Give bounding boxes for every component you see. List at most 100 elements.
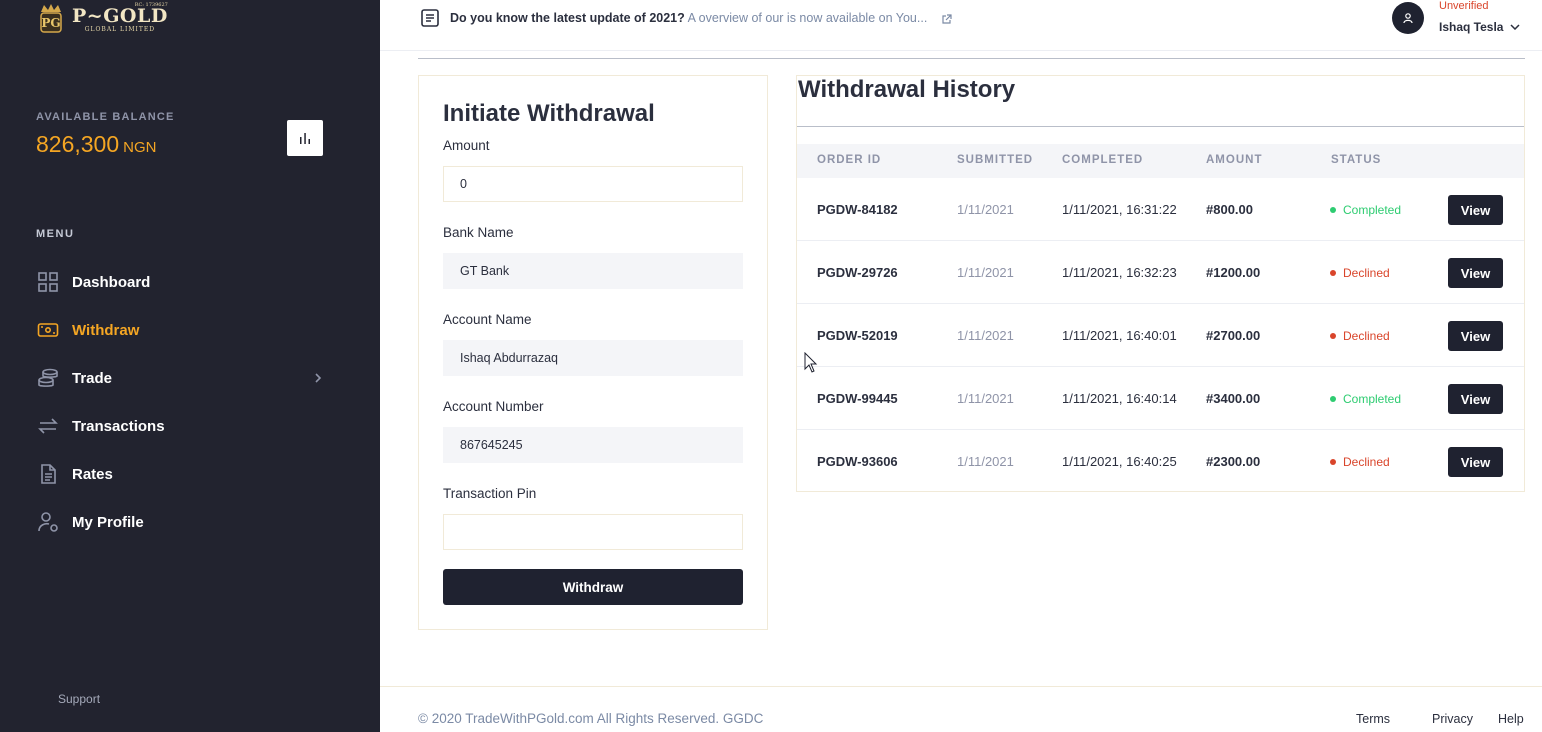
- order-id: PGDW-99445: [817, 391, 898, 406]
- sidebar-item-trade[interactable]: Trade: [36, 354, 326, 402]
- sidebar-item-label: Dashboard: [72, 273, 151, 291]
- submitted-date: 1/11/2021: [957, 265, 1014, 280]
- completed-date: 1/11/2021, 16:31:22: [1062, 202, 1177, 217]
- user-verification-status: Unverified: [1439, 0, 1489, 12]
- sidebar-nav: Dashboard Withdraw Trade Transactions Ra…: [36, 258, 326, 546]
- status-badge: Completed: [1330, 203, 1401, 217]
- transfer-icon: [36, 414, 60, 438]
- user-settings-icon: [36, 510, 60, 534]
- bar-chart-icon: [300, 133, 310, 144]
- status-dot: [1330, 270, 1336, 276]
- table-row: PGDW-93606 1/11/2021 1/11/2021, 16:40:25…: [797, 430, 1524, 493]
- view-button[interactable]: View: [1448, 321, 1503, 351]
- brand-name: P~GOLD: [72, 5, 168, 27]
- withdrawal-form: Initiate Withdrawal Amount 0 Bank Name G…: [418, 75, 768, 630]
- copyright-text: © 2020 TradeWithPGold.com All Rights Res…: [418, 711, 764, 726]
- sidebar-item-my-profile[interactable]: My Profile: [36, 498, 326, 546]
- sidebar-item-dashboard[interactable]: Dashboard: [36, 258, 326, 306]
- status-dot: [1330, 333, 1336, 339]
- dashboard-icon: [36, 270, 60, 294]
- completed-date: 1/11/2021, 16:40:14: [1062, 391, 1177, 406]
- chevron-right-icon: [314, 371, 322, 389]
- status-text: Declined: [1343, 455, 1390, 469]
- sidebar-item-label: Rates: [72, 465, 113, 483]
- amount: #1200.00: [1206, 265, 1261, 280]
- news-link[interactable]: A overview of our is now available on Yo…: [688, 11, 928, 25]
- view-button[interactable]: View: [1448, 195, 1503, 225]
- order-id: PGDW-84182: [817, 202, 898, 217]
- status-badge: Declined: [1330, 329, 1390, 343]
- status-dot: [1330, 459, 1336, 465]
- user-name: Ishaq Tesla: [1439, 20, 1504, 34]
- transaction-pin-input[interactable]: [443, 514, 743, 550]
- content-divider: [418, 58, 1525, 59]
- sidebar-item-withdraw[interactable]: Withdraw: [36, 306, 326, 354]
- mouse-cursor-icon: [804, 352, 818, 373]
- chevron-down-icon: [1510, 24, 1521, 30]
- status-badge: Completed: [1330, 392, 1401, 406]
- column-header-order-id: ORDER ID: [817, 154, 882, 166]
- sidebar-item-rates[interactable]: Rates: [36, 450, 326, 498]
- status-dot: [1330, 207, 1336, 213]
- news-headline: Do you know the latest update of 2021?: [450, 11, 685, 25]
- crown-emblem-icon: PG: [38, 2, 64, 34]
- withdrawal-history: Withdrawal History ORDER ID SUBMITTED CO…: [796, 75, 1525, 492]
- status-badge: Declined: [1330, 455, 1390, 469]
- balance-value: 826,300: [36, 131, 120, 157]
- privacy-link[interactable]: Privacy: [1432, 712, 1473, 726]
- amount: #2700.00: [1206, 328, 1261, 343]
- status-text: Completed: [1343, 392, 1402, 406]
- column-header-completed: COMPLETED: [1062, 154, 1144, 166]
- sidebar-item-label: Transactions: [72, 417, 165, 435]
- topbar: Do you know the latest update of 2021? A…: [380, 0, 1542, 51]
- sidebar: PG RC: 1739627 P~GOLD GLOBAL LIMITED AVA…: [0, 0, 380, 732]
- sidebar-item-transactions[interactable]: Transactions: [36, 402, 326, 450]
- user-menu[interactable]: Ishaq Tesla: [1439, 20, 1521, 34]
- amount: #2300.00: [1206, 454, 1261, 469]
- completed-date: 1/11/2021, 16:40:25: [1062, 454, 1177, 469]
- help-link[interactable]: Help: [1498, 712, 1524, 726]
- support-link[interactable]: Support: [58, 692, 100, 706]
- status-text: Declined: [1343, 329, 1390, 343]
- account-number-field[interactable]: 867645245: [443, 427, 743, 463]
- news-banner[interactable]: Do you know the latest update of 2021? A…: [450, 11, 927, 25]
- table-row: PGDW-52019 1/11/2021 1/11/2021, 16:40:01…: [797, 304, 1524, 367]
- status-badge: Declined: [1330, 266, 1390, 280]
- brand-rc-number: RC: 1739627: [134, 2, 168, 8]
- balance-amount: 826,300 NGN: [36, 131, 156, 158]
- view-button[interactable]: View: [1448, 384, 1503, 414]
- order-id: PGDW-93606: [817, 454, 898, 469]
- column-header-submitted: SUBMITTED: [957, 154, 1034, 166]
- submitted-date: 1/11/2021: [957, 202, 1014, 217]
- status-text: Completed: [1343, 203, 1402, 217]
- amount-label: Amount: [443, 138, 490, 153]
- history-title: Withdrawal History: [798, 76, 1016, 103]
- table-row: PGDW-84182 1/11/2021 1/11/2021, 16:31:22…: [797, 178, 1524, 241]
- balance-currency: NGN: [123, 139, 157, 156]
- account-name-field[interactable]: Ishaq Abdurrazaq: [443, 340, 743, 376]
- amount-input[interactable]: 0: [443, 166, 743, 202]
- balance-chart-button[interactable]: [287, 120, 323, 156]
- withdraw-button[interactable]: Withdraw: [443, 569, 743, 605]
- bank-name-field[interactable]: GT Bank: [443, 253, 743, 289]
- avatar[interactable]: [1392, 2, 1424, 34]
- coins-icon: [36, 366, 60, 390]
- transaction-pin-label: Transaction Pin: [443, 486, 537, 501]
- wallet-icon: [36, 318, 60, 342]
- document-icon: [36, 462, 60, 486]
- submitted-date: 1/11/2021: [957, 454, 1014, 469]
- sidebar-item-label: Withdraw: [72, 321, 140, 339]
- status-text: Declined: [1343, 266, 1390, 280]
- brand-logo[interactable]: PG RC: 1739627 P~GOLD GLOBAL LIMITED: [38, 2, 168, 34]
- form-title: Initiate Withdrawal: [443, 100, 655, 127]
- user-icon: [1403, 13, 1413, 24]
- external-link-icon[interactable]: [941, 12, 952, 30]
- news-icon: [420, 8, 440, 33]
- view-button[interactable]: View: [1448, 258, 1503, 288]
- table-row: PGDW-29726 1/11/2021 1/11/2021, 16:32:23…: [797, 241, 1524, 304]
- terms-link[interactable]: Terms: [1356, 712, 1390, 726]
- completed-date: 1/11/2021, 16:32:23: [1062, 265, 1177, 280]
- status-dot: [1330, 396, 1336, 402]
- completed-date: 1/11/2021, 16:40:01: [1062, 328, 1177, 343]
- view-button[interactable]: View: [1448, 447, 1503, 477]
